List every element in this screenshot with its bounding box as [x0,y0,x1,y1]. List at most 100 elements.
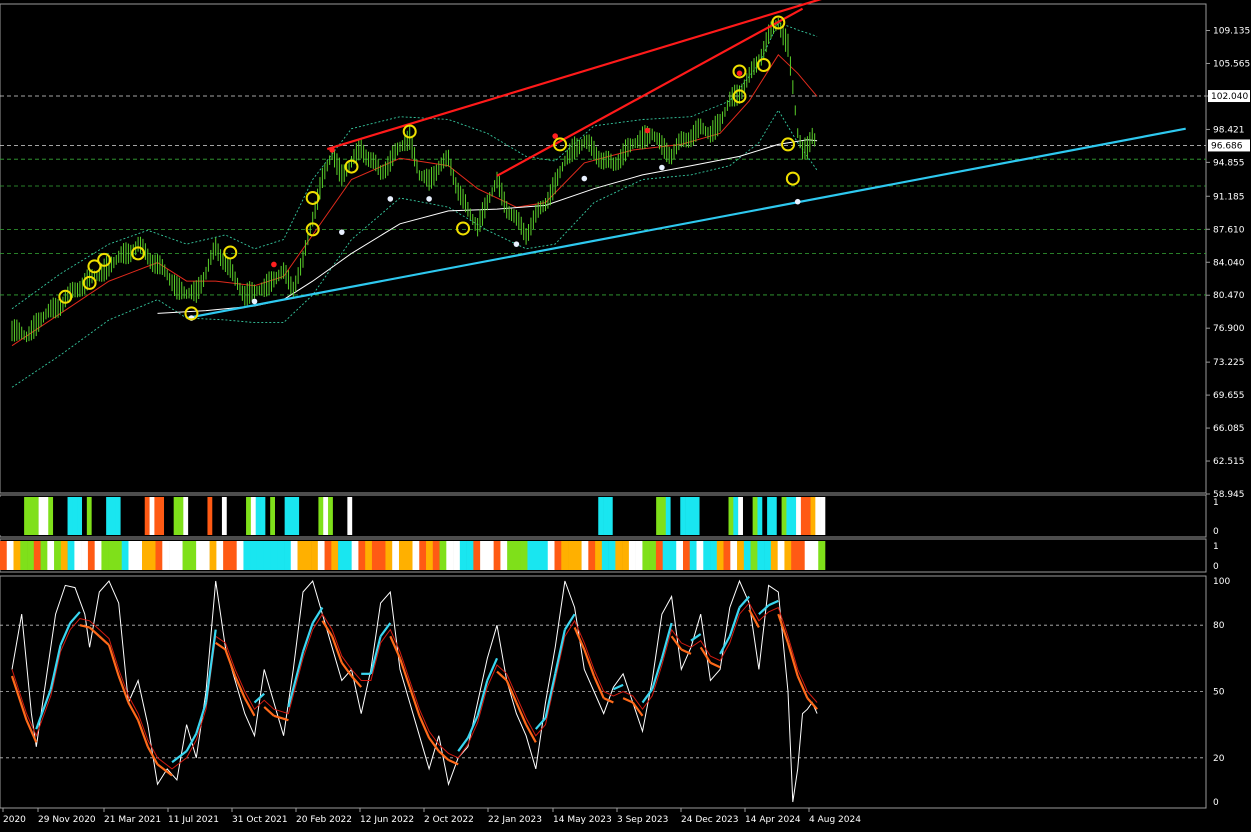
strip-cell [209,541,217,570]
strip-cell [412,541,420,570]
strip-cell [662,541,670,570]
strip-cell [540,541,549,570]
strip-cell [660,497,667,535]
strip-cell [27,541,35,570]
strip-cell [632,497,638,535]
strip-cell [608,541,616,570]
strip-cell [101,541,109,570]
strip-cell [535,497,541,535]
strip-cell [622,497,628,535]
strip-cell [574,541,582,570]
strip-cell [588,541,596,570]
price-tick-label: 109.135 [1213,27,1250,37]
strip-cell [324,541,332,570]
strip-cell [72,497,78,535]
strip-cell [125,497,131,535]
pivot-low-marker [339,229,345,235]
strip-cell [284,541,292,570]
strip-cell [284,497,290,535]
time-tick-label: 12 Jun 2022 [360,815,414,825]
strip-cell [439,497,445,535]
strip-cell [588,497,594,535]
strip-cell [784,541,792,570]
strip-cell [342,497,348,535]
strip-cell [299,497,305,535]
strip-cell [473,541,481,570]
price-tick-label: 62.515 [1213,457,1245,467]
strip-cell [400,497,406,535]
strip-cell [13,541,21,570]
strip-cell [791,541,799,570]
strip-cell [9,497,15,535]
strip-cell [675,497,681,535]
strip-cell [279,497,285,535]
strip-cell [223,541,231,570]
strip-cell [57,497,64,535]
time-tick-label: 11 Jul 2021 [168,815,219,825]
strip-cell [365,541,373,570]
strip-cell [716,541,724,570]
strip-cell [728,497,734,535]
strip-cell [270,541,278,570]
strip-cell [453,541,461,570]
strip-cell [506,497,512,535]
strip-cell [641,497,647,535]
pivot-low-marker [387,196,394,202]
strip-cell [682,541,691,570]
strip-cell [810,497,816,535]
strip-cell [202,541,210,570]
strip-cell [236,497,242,535]
strip-cell [472,497,478,535]
strip-cell [188,497,194,535]
strip-cell [617,497,623,535]
strip-cell [521,497,527,535]
strip-cell [196,541,204,570]
strip-cell [207,497,213,535]
strip-cell [202,497,208,535]
strip-cell [805,497,811,535]
strip-cell [554,541,562,570]
strip-cell [540,497,546,535]
strip-cell [804,541,812,570]
strip-cell [568,541,576,570]
strip-cell [561,541,569,570]
strip-cell [627,497,633,535]
strip-cell [14,497,20,535]
strip-cell [747,497,753,535]
strip-cell [607,497,614,535]
strip-cell [24,497,30,535]
strip-cell [581,541,589,570]
strip-cell [398,541,407,570]
color-strip-panel-2: 10 [0,538,1219,573]
strip-cell [60,541,68,570]
strip-cell [115,497,121,535]
strip-cell [685,497,691,535]
strip-cell [480,541,488,570]
strip-cell [361,497,367,535]
strip-cell [699,497,705,535]
price-tick-label: 87.610 [1213,225,1245,235]
strip-cell [323,497,329,535]
pivot-high-marker [329,147,335,153]
strip-cell [578,497,585,535]
strip-cell [689,497,696,535]
strip-cell [771,497,778,535]
pivot-high-marker [271,261,277,268]
strip-cell [636,497,642,535]
color-strip-panel-1: 10 [0,494,1219,538]
time-tick-label: 21 Mar 2021 [104,815,161,825]
strip-cell [128,541,136,570]
strip-cell [651,497,657,535]
strip-cell [19,497,25,535]
strip-cell [390,497,396,535]
strip-cell [33,541,41,570]
strip-cell [649,541,657,570]
time-tick-label: 31 Oct 2021 [232,815,288,825]
strip-cell [81,541,89,570]
strip-cell [308,497,314,535]
strip-cell [459,541,467,570]
pivot-high-marker [736,70,743,77]
strip-cell [655,541,663,570]
oscillator-tick-label: 100 [1213,577,1230,587]
strip-cell [231,497,237,535]
